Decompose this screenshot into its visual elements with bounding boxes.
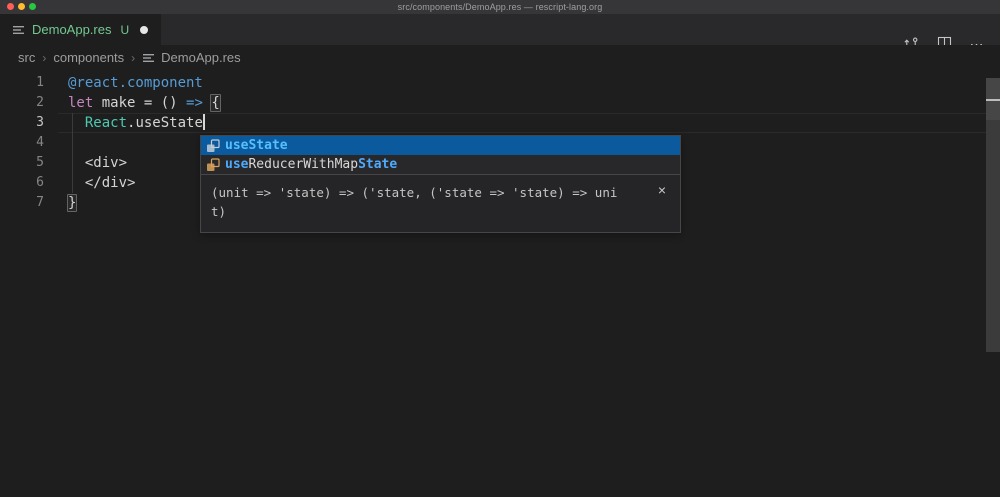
close-icon[interactable]: × <box>654 182 670 198</box>
matched-bracket: { <box>210 94 220 112</box>
text-cursor <box>203 114 205 130</box>
code-line[interactable]: @react.component <box>68 73 220 93</box>
suggestion-label-part: ReducerWithMap <box>248 157 358 172</box>
file-icon <box>142 52 155 64</box>
code-token: => <box>186 95 203 111</box>
line-number[interactable]: 5 <box>0 153 44 173</box>
code-line[interactable]: React.useState <box>68 113 220 133</box>
symbol-field-icon <box>205 157 221 173</box>
code-token: make = () <box>93 95 186 111</box>
suggestion-label-part: use <box>225 157 248 172</box>
type-signature: (unit => 'state) => ('state, ('state => … <box>211 183 646 221</box>
close-window-button[interactable] <box>7 3 14 10</box>
vertical-scrollbar[interactable] <box>986 78 1000 352</box>
vscode-window: src/components/DemoApp.res — rescript-la… <box>0 0 1000 497</box>
line-number[interactable]: 7 <box>0 193 44 213</box>
breadcrumb-separator: › <box>42 51 46 65</box>
minimize-window-button[interactable] <box>18 3 25 10</box>
code-line[interactable]: let make = () => { <box>68 93 220 113</box>
code-token: .useState <box>127 115 203 131</box>
code-token: </div> <box>68 175 135 191</box>
tab-demoapp-res[interactable]: DemoApp.res U <box>0 14 161 45</box>
code-line[interactable] <box>68 133 220 153</box>
code-line[interactable]: <div> <box>68 153 220 173</box>
git-status-badge: U <box>120 23 129 37</box>
suggestion-label-part: State <box>358 157 397 172</box>
breadcrumb: src › components › DemoApp.res <box>0 45 1000 70</box>
line-number[interactable]: 2 <box>0 93 44 113</box>
code-content[interactable]: @react.component let make = () => { React… <box>68 73 220 213</box>
code-token: @react.component <box>68 75 203 91</box>
file-icon <box>12 24 25 36</box>
symbol-field-icon <box>205 138 221 154</box>
suggestion-list: useStateuseReducerWithMapState <box>201 136 680 174</box>
breadcrumb-separator: › <box>131 51 135 65</box>
traffic-lights <box>7 3 36 10</box>
code-editor[interactable]: 1234567 @react.component let make = () =>… <box>0 70 1000 497</box>
code-token <box>68 115 85 131</box>
type-signature-line: (unit => 'state) => ('state, ('state => … <box>211 183 646 202</box>
code-token: let <box>68 95 93 111</box>
breadcrumb-file-label: DemoApp.res <box>161 50 240 65</box>
line-number[interactable]: 1 <box>0 73 44 93</box>
suggestion-doc-panel: (unit => 'state) => ('state, ('state => … <box>201 174 680 232</box>
breadcrumb-item-file[interactable]: DemoApp.res <box>142 50 240 65</box>
breadcrumb-item-components[interactable]: components <box>53 50 124 65</box>
tab-bar: DemoApp.res U <box>0 14 1000 45</box>
line-number[interactable]: 3 <box>0 113 44 133</box>
zoom-window-button[interactable] <box>29 3 36 10</box>
line-number[interactable]: 6 <box>0 173 44 193</box>
code-line[interactable]: </div> <box>68 173 220 193</box>
modified-indicator-dot[interactable] <box>140 26 148 34</box>
suggestion-item[interactable]: useState <box>201 136 680 155</box>
breadcrumb-item-src[interactable]: src <box>18 50 35 65</box>
line-number[interactable]: 4 <box>0 133 44 153</box>
titlebar: src/components/DemoApp.res — rescript-la… <box>0 0 1000 14</box>
suggestion-item[interactable]: useReducerWithMapState <box>201 155 680 174</box>
matched-bracket: } <box>67 194 77 212</box>
type-signature-line: t) <box>211 202 646 221</box>
autocomplete-popup: useStateuseReducerWithMapState (unit => … <box>200 135 681 233</box>
code-token: React <box>85 115 127 131</box>
line-number-gutter[interactable]: 1234567 <box>0 73 44 213</box>
window-title: src/components/DemoApp.res — rescript-la… <box>398 2 603 12</box>
suggestion-label-part: useState <box>225 138 288 153</box>
code-line[interactable]: } <box>68 193 220 213</box>
code-token: <div> <box>68 155 127 171</box>
overview-ruler-cursor-mark <box>986 99 1000 101</box>
tab-label: DemoApp.res <box>32 22 111 37</box>
